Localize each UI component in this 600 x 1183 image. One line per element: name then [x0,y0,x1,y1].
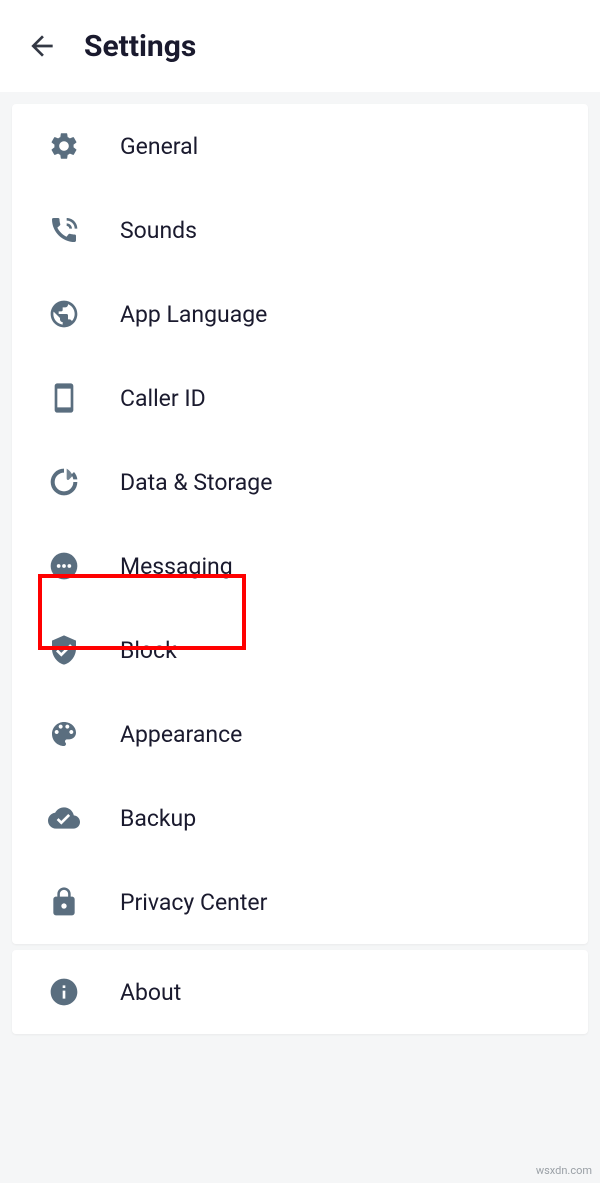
settings-item-datastorage[interactable]: Data & Storage [12,440,588,524]
settings-item-general[interactable]: General [12,104,588,188]
settings-item-block[interactable]: Block [12,608,588,692]
phone-icon [46,380,82,416]
settings-item-label: App Language [120,301,267,328]
phone-sound-icon [46,212,82,248]
back-button[interactable] [24,28,60,64]
settings-item-privacy[interactable]: Privacy Center [12,860,588,944]
settings-item-label: Block [120,637,177,664]
cloud-check-icon [46,800,82,836]
settings-group-main: General Sounds App Language Caller ID Da… [12,104,588,944]
palette-icon [46,716,82,752]
settings-item-backup[interactable]: Backup [12,776,588,860]
settings-group-about: About [12,950,588,1034]
lock-icon [46,884,82,920]
globe-icon [46,296,82,332]
settings-item-messaging[interactable]: Messaging [12,524,588,608]
message-bubble-icon [46,548,82,584]
settings-item-callerid[interactable]: Caller ID [12,356,588,440]
settings-item-label: Data & Storage [120,469,272,496]
settings-item-label: Messaging [120,553,233,580]
settings-item-label: Privacy Center [120,889,267,916]
page-title: Settings [84,29,196,64]
gear-icon [46,128,82,164]
back-arrow-icon [24,28,60,64]
settings-item-about[interactable]: About [12,950,588,1034]
settings-item-label: Sounds [120,217,197,244]
settings-item-sounds[interactable]: Sounds [12,188,588,272]
info-icon [46,974,82,1010]
settings-item-language[interactable]: App Language [12,272,588,356]
settings-item-label: Caller ID [120,385,206,412]
settings-item-label: About [120,979,181,1006]
settings-item-label: Appearance [120,721,242,748]
header: Settings [0,0,600,92]
watermark: wsxdn.com [536,1164,592,1177]
settings-item-appearance[interactable]: Appearance [12,692,588,776]
shield-check-icon [46,632,82,668]
settings-item-label: Backup [120,805,196,832]
settings-item-label: General [120,133,198,160]
data-circle-icon [46,464,82,500]
